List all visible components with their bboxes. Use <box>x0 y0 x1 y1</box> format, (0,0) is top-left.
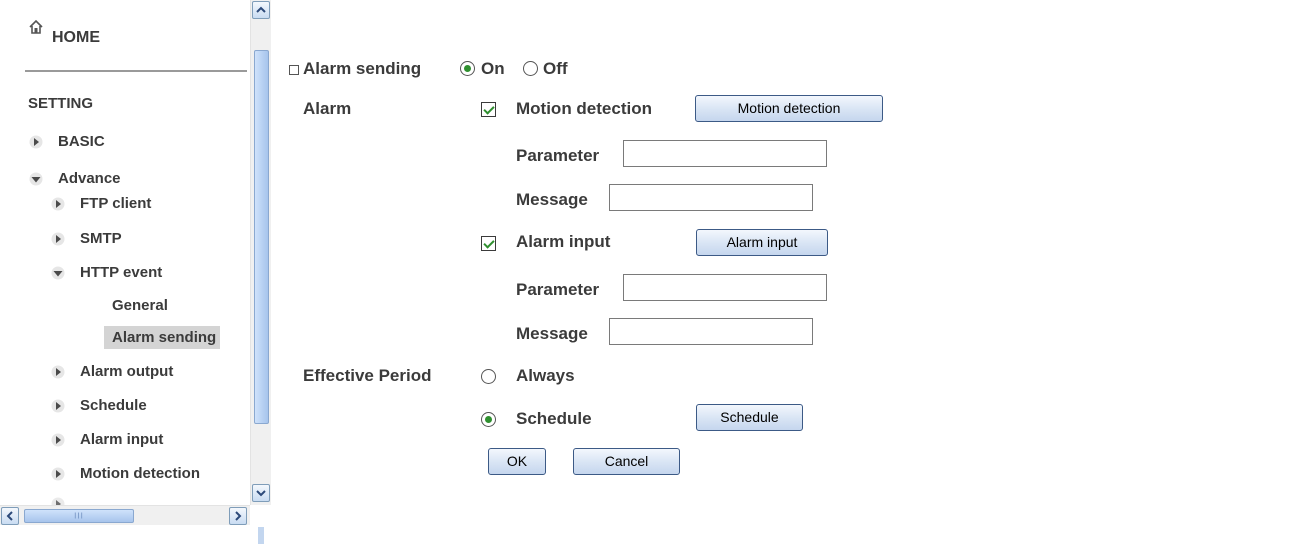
alarm-sending-off-radio[interactable] <box>523 61 538 76</box>
schedule-label: Schedule <box>516 409 592 428</box>
nav-item-label: Alarm output <box>80 363 174 380</box>
horizontal-scrollbar[interactable]: III <box>0 505 250 525</box>
nav-item-partial <box>50 497 80 505</box>
schedule-radio[interactable] <box>481 412 496 427</box>
nav-item-alarm-input[interactable]: Alarm input <box>50 431 163 448</box>
chevron-up-icon <box>256 6 266 13</box>
nav-menu: HOME SETTING BASIC Advance FTP client SM… <box>0 0 250 505</box>
ok-button[interactable]: OK <box>488 448 546 475</box>
scroll-down-button[interactable] <box>252 484 270 502</box>
main-content: Alarm sending On Off Alarm Motion detect… <box>272 0 1307 544</box>
left-nav-frame: HOME SETTING BASIC Advance FTP client SM… <box>0 0 271 544</box>
collapsed-arrow-icon <box>51 467 65 480</box>
nav-item-label: Schedule <box>80 397 147 414</box>
scroll-up-button[interactable] <box>252 1 270 19</box>
collapsed-arrow-icon <box>51 365 65 378</box>
nav-subitem-alarm-sending[interactable]: Alarm sending <box>104 326 221 349</box>
nav-item-advance[interactable]: Advance <box>28 170 121 187</box>
motion-parameter-label: Parameter <box>516 146 600 165</box>
collapsed-arrow-icon <box>51 433 65 446</box>
nav-item-label: HTTP event <box>80 264 163 281</box>
collapsed-arrow-icon <box>51 232 65 245</box>
chevron-down-icon <box>256 490 266 497</box>
alarm-parameter-input[interactable] <box>623 274 827 301</box>
collapsed-arrow-icon <box>51 197 65 210</box>
section-bullet-icon <box>289 65 299 75</box>
always-label: Always <box>516 366 575 385</box>
nav-subitem-general[interactable]: General <box>112 297 168 314</box>
scroll-grip: III <box>74 511 84 521</box>
nav-item-basic[interactable]: BASIC <box>28 133 105 150</box>
nav-item-ftp-client[interactable]: FTP client <box>50 195 151 212</box>
motion-detection-button[interactable]: Motion detection <box>695 95 883 122</box>
nav-item-motion-detection[interactable]: Motion detection <box>50 465 200 482</box>
vertical-scroll-thumb[interactable] <box>254 50 269 424</box>
alarm-sending-on-radio[interactable] <box>460 61 475 76</box>
chevron-left-icon <box>6 511 13 521</box>
nav-item-http-event[interactable]: HTTP event <box>50 264 162 281</box>
collapsed-arrow-icon <box>51 399 65 412</box>
alarm-input-button[interactable]: Alarm input <box>696 229 828 256</box>
nav-divider <box>25 70 247 72</box>
expanded-arrow-icon <box>29 172 43 185</box>
alarm-input-checkbox[interactable] <box>481 236 496 251</box>
nav-home-link[interactable]: HOME <box>52 29 100 47</box>
alarm-message-label: Message <box>516 324 588 343</box>
nav-item-label: Alarm input <box>80 431 164 448</box>
nav-item-label: SMTP <box>80 230 122 247</box>
horizontal-scroll-thumb[interactable]: III <box>24 509 134 523</box>
alarm-sending-on-label: On <box>481 59 505 78</box>
alarm-parameter-label: Parameter <box>516 280 600 299</box>
alarm-message-input[interactable] <box>609 318 813 345</box>
collapsed-arrow-icon <box>51 497 65 505</box>
chevron-right-icon <box>235 511 242 521</box>
motion-detection-label: Motion detection <box>516 99 652 118</box>
nav-item-label: FTP client <box>80 195 152 212</box>
motion-detection-checkbox[interactable] <box>481 102 496 117</box>
nav-item-label: BASIC <box>58 133 105 150</box>
cancel-button[interactable]: Cancel <box>573 448 680 475</box>
nav-item-alarm-output[interactable]: Alarm output <box>50 363 173 380</box>
motion-message-label: Message <box>516 190 588 209</box>
nav-item-label: Motion detection <box>80 465 200 482</box>
home-icon[interactable] <box>28 19 44 35</box>
schedule-button[interactable]: Schedule <box>696 404 803 431</box>
alarm-input-label: Alarm input <box>516 232 611 251</box>
motion-message-input[interactable] <box>609 184 813 211</box>
scroll-right-button[interactable] <box>229 507 247 525</box>
alarm-sending-off-label: Off <box>543 59 568 78</box>
effective-period-label: Effective Period <box>303 366 432 385</box>
section-title: Alarm sending <box>303 59 422 78</box>
nav-item-schedule[interactable]: Schedule <box>50 397 147 414</box>
alarm-label: Alarm <box>303 99 352 118</box>
motion-parameter-input[interactable] <box>623 140 827 167</box>
nav-setting-heading: SETTING <box>28 95 94 112</box>
vertical-scrollbar[interactable] <box>250 0 271 505</box>
nav-item-label: Advance <box>58 170 121 187</box>
frame-resize-bar <box>258 527 264 544</box>
scroll-left-button[interactable] <box>1 507 19 525</box>
expanded-arrow-icon <box>51 266 65 279</box>
always-radio[interactable] <box>481 369 496 384</box>
collapsed-arrow-icon <box>29 135 43 148</box>
nav-item-smtp[interactable]: SMTP <box>50 230 122 247</box>
